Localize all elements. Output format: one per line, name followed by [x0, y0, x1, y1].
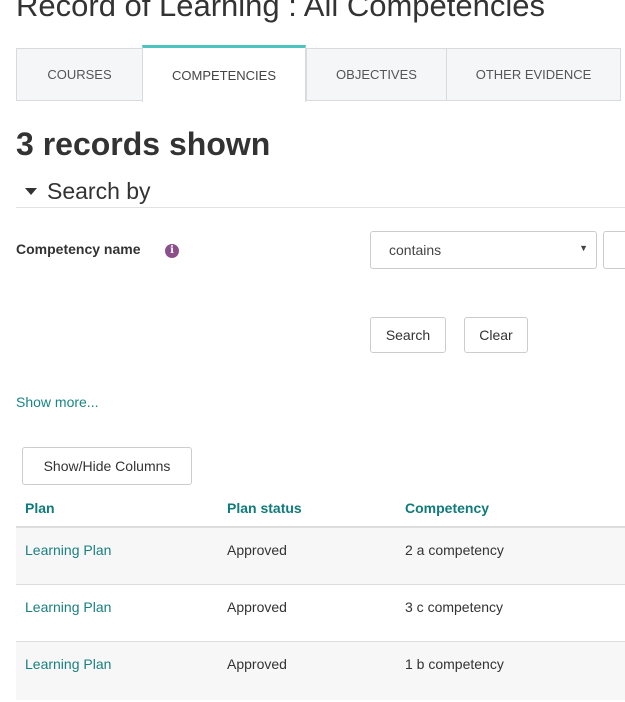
competency-name-label: Competency name [16, 241, 141, 257]
column-header-plan-status[interactable]: Plan status [227, 500, 302, 516]
competency: 1 b competency [405, 656, 504, 672]
tab-other-evidence[interactable]: OTHER EVIDENCE [446, 48, 621, 101]
plan-status: Approved [227, 656, 287, 672]
table-row: Learning Plan Approved 1 b competency [16, 642, 625, 700]
page-title: Record of Learning : All Competencies [16, 0, 546, 23]
plan-link[interactable]: Learning Plan [25, 542, 111, 558]
table-row: Learning Plan Approved 2 a competency [16, 528, 625, 585]
operator-value: contains [389, 242, 442, 258]
plan-link[interactable]: Learning Plan [25, 656, 111, 672]
competency: 2 a competency [405, 542, 504, 558]
search-by-toggle[interactable]: Search by [16, 178, 625, 208]
search-by-heading: Search by [47, 178, 151, 204]
show-more-link[interactable]: Show more... [16, 394, 98, 410]
operator-select[interactable]: contains ▼ [370, 231, 597, 269]
tab-objectives[interactable]: OBJECTIVES [306, 48, 447, 101]
info-icon[interactable]: i [165, 244, 179, 258]
dropdown-arrow-icon: ▼ [579, 243, 588, 253]
tab-courses[interactable]: COURSES [16, 48, 143, 101]
caret-down-icon [25, 187, 37, 195]
tab-competencies[interactable]: COMPETENCIES [142, 45, 306, 102]
column-header-plan[interactable]: Plan [25, 500, 55, 516]
competency-name-input[interactable] [603, 231, 625, 269]
clear-button[interactable]: Clear [464, 317, 528, 353]
competency: 3 c competency [405, 599, 504, 615]
tab-bar: COURSES COMPETENCIES OBJECTIVES OTHER EV… [16, 45, 625, 102]
column-header-competency[interactable]: Competency [405, 500, 489, 516]
search-button[interactable]: Search [370, 317, 446, 353]
plan-status: Approved [227, 542, 287, 558]
plan-status: Approved [227, 599, 287, 615]
show-hide-columns-button[interactable]: Show/Hide Columns [22, 447, 192, 485]
table-row: Learning Plan Approved 3 c competency [16, 585, 625, 642]
records-count: 3 records shown [16, 126, 271, 162]
plan-link[interactable]: Learning Plan [25, 599, 111, 615]
